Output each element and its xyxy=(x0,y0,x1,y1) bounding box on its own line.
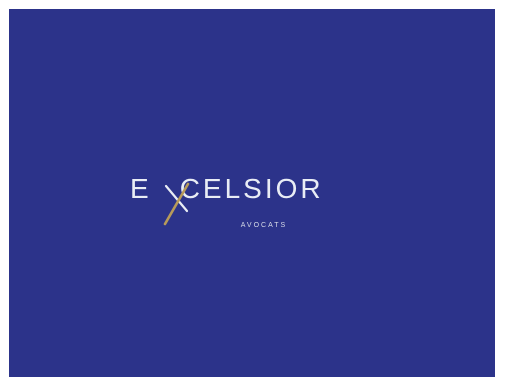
wordmark-prefix: E xyxy=(130,173,152,204)
logo-splash-screen: E CELSIOR AVOCATS xyxy=(9,9,495,377)
x-monogram-icon xyxy=(163,182,190,226)
tagline: AVOCATS xyxy=(240,222,288,229)
excelsior-logo: E CELSIOR AVOCATS xyxy=(9,9,495,377)
wordmark-suffix: CELSIOR xyxy=(179,173,324,204)
